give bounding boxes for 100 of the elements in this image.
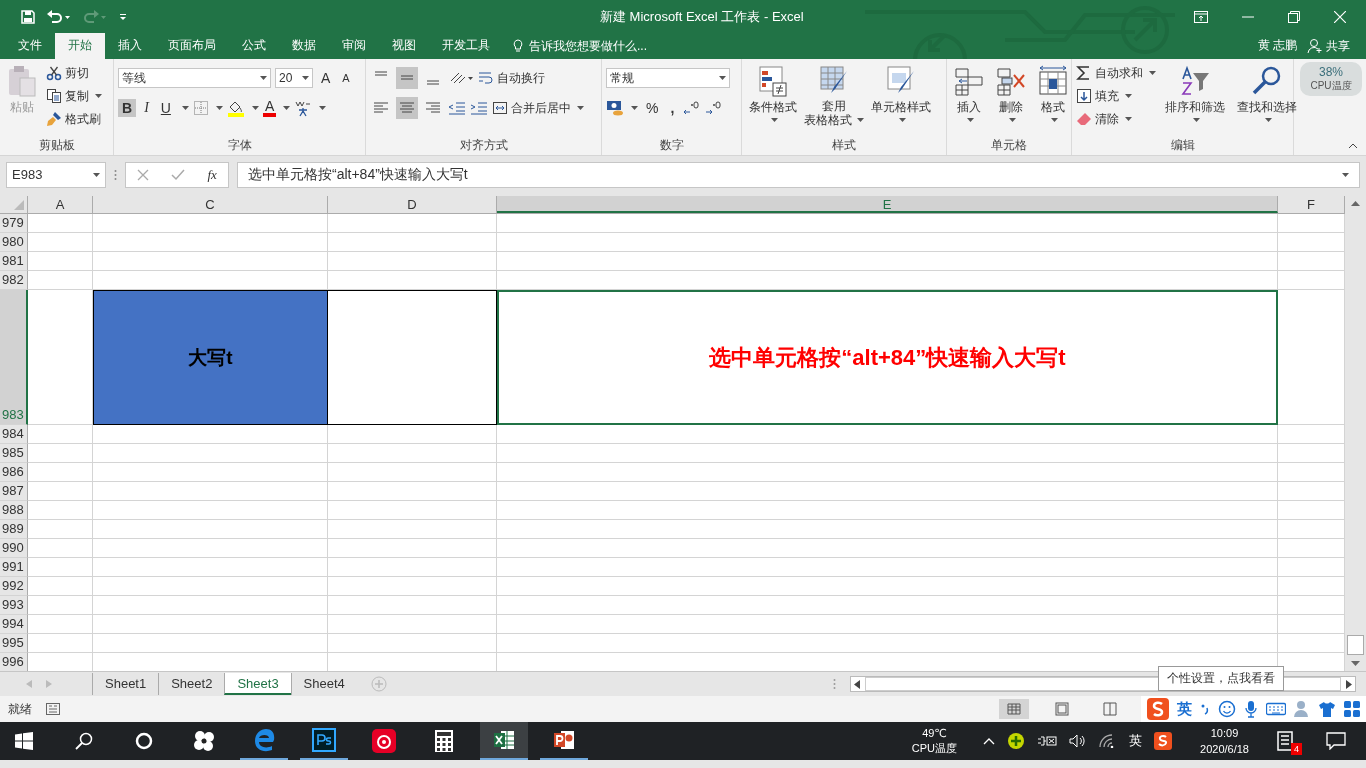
caret-icon[interactable] xyxy=(93,172,100,177)
caret-icon[interactable] xyxy=(1009,118,1016,122)
ribbon-display-icon[interactable] xyxy=(1194,10,1208,23)
font-name-field[interactable]: 等线 xyxy=(118,68,271,88)
selected-cell[interactable]: 选中单元格按“alt+84”快速输入大写t xyxy=(497,290,1278,425)
row-header[interactable]: 992 xyxy=(0,577,28,596)
find-select-button[interactable]: 查找和选择 xyxy=(1234,63,1300,124)
row-header[interactable]: 983 xyxy=(0,290,28,425)
action-center-icon[interactable] xyxy=(1326,732,1346,750)
check-icon[interactable] xyxy=(171,168,186,181)
ribbon-tab[interactable]: 公式 xyxy=(229,33,279,59)
row-header[interactable]: 990 xyxy=(0,539,28,558)
wrap-text-button[interactable]: 自动换行 xyxy=(478,68,545,88)
ribbon-tab[interactable]: 开发工具 xyxy=(429,33,503,59)
caret-icon[interactable] xyxy=(1342,172,1349,177)
vertical-scrollbar[interactable] xyxy=(1345,196,1366,671)
customize-caret-icon[interactable] xyxy=(118,11,128,22)
row-header[interactable]: 986 xyxy=(0,463,28,482)
clear-button[interactable]: 清除 xyxy=(1076,109,1156,129)
smiley-icon[interactable] xyxy=(1218,700,1236,718)
normal-view-icon[interactable] xyxy=(999,699,1029,719)
chevron-up-icon[interactable] xyxy=(983,737,996,745)
caret-icon[interactable] xyxy=(967,118,974,122)
person-icon[interactable] xyxy=(1294,700,1310,718)
caret-icon[interactable] xyxy=(857,118,864,122)
merge-center-button[interactable]: 合并后居中 xyxy=(492,98,584,118)
conditional-format-button[interactable]: 条件格式 xyxy=(746,63,800,124)
shirt-icon[interactable] xyxy=(1318,701,1336,717)
caret-icon[interactable] xyxy=(631,106,638,110)
caret-icon[interactable] xyxy=(719,76,726,80)
row-header[interactable]: 982 xyxy=(0,271,28,290)
ribbon-tab[interactable]: 数据 xyxy=(279,33,329,59)
caret-icon[interactable] xyxy=(181,106,189,110)
caret-icon[interactable] xyxy=(260,76,267,80)
close-icon[interactable] xyxy=(1334,10,1346,23)
sogou-logo-icon[interactable] xyxy=(1154,732,1173,750)
underline-button[interactable]: U xyxy=(156,99,175,117)
ribbon-tab[interactable]: 文件 xyxy=(5,33,55,59)
row-header[interactable]: 993 xyxy=(0,596,28,615)
percent-button[interactable]: % xyxy=(642,99,663,117)
tell-me-search[interactable]: 告诉我您想要做什么... xyxy=(503,33,657,59)
ribbon-tab[interactable]: 开始 xyxy=(55,33,105,59)
column-header[interactable]: E xyxy=(497,196,1278,213)
caret-icon[interactable] xyxy=(319,106,327,110)
copy-button[interactable]: 复制 xyxy=(46,86,102,106)
ime-mode[interactable]: 英 xyxy=(1177,699,1192,719)
row-header[interactable]: 991 xyxy=(0,558,28,577)
taskbar-app[interactable] xyxy=(480,722,528,760)
cut-button[interactable]: 剪切 xyxy=(46,63,102,83)
row-header[interactable]: 996 xyxy=(0,653,28,671)
horizontal-align-icon[interactable] xyxy=(396,97,418,119)
font-size-field[interactable]: 20 xyxy=(275,68,313,88)
macro-record-icon[interactable] xyxy=(46,703,60,715)
fill-color-icon[interactable] xyxy=(226,99,245,117)
cancel-icon[interactable] xyxy=(137,168,150,181)
user-name[interactable]: 黄 志鹏 xyxy=(1257,33,1307,59)
row-header[interactable]: 989 xyxy=(0,520,28,539)
previous-sheet-icon[interactable] xyxy=(26,680,32,688)
scroll-right-icon[interactable] xyxy=(1346,679,1352,689)
cell-styles-button[interactable]: 单元格样式 xyxy=(868,63,934,124)
caret-icon[interactable] xyxy=(771,118,778,122)
row-header[interactable]: 988 xyxy=(0,501,28,520)
caret-icon[interactable] xyxy=(302,76,309,80)
caret-icon[interactable] xyxy=(215,106,223,110)
column-header[interactable]: A xyxy=(28,196,93,213)
caret-icon[interactable] xyxy=(899,118,906,122)
caret-icon[interactable] xyxy=(251,106,259,110)
row-header[interactable]: 994 xyxy=(0,615,28,634)
comma-button[interactable]: , xyxy=(666,99,679,117)
insert-function-button[interactable]: fx xyxy=(207,166,217,183)
redo-icon[interactable] xyxy=(82,8,108,25)
caret-icon[interactable] xyxy=(577,106,584,110)
row-header[interactable]: 985 xyxy=(0,444,28,463)
insert-cells-button[interactable]: 插入 xyxy=(951,63,987,124)
caret-icon[interactable] xyxy=(1051,118,1058,122)
caret-icon[interactable] xyxy=(1125,94,1132,98)
table-cell[interactable]: 大写t xyxy=(93,290,328,425)
collapse-ribbon-icon[interactable] xyxy=(1348,143,1358,149)
vertical-align-icon[interactable] xyxy=(396,67,418,89)
scroll-left-icon[interactable] xyxy=(854,679,860,689)
sheet-tab[interactable]: Sheet1 xyxy=(92,673,159,695)
keyboard-icon[interactable] xyxy=(1266,702,1286,716)
punctuation-icon[interactable] xyxy=(1200,702,1210,716)
number-format-field[interactable]: 常规 xyxy=(606,68,730,88)
name-box[interactable]: E983 xyxy=(6,161,106,188)
row-header[interactable]: 980 xyxy=(0,233,28,252)
decrease-indent-icon[interactable] xyxy=(448,100,466,116)
caret-icon[interactable] xyxy=(283,106,291,110)
row-header[interactable]: 984 xyxy=(0,425,28,444)
row-header[interactable]: 979 xyxy=(0,214,28,233)
row-header[interactable]: 981 xyxy=(0,252,28,271)
sheet-tab[interactable]: Sheet4 xyxy=(290,673,357,695)
ime-toolbar[interactable]: 英 xyxy=(1141,696,1366,722)
caret-icon[interactable] xyxy=(1125,117,1132,121)
decrease-decimal-icon[interactable] xyxy=(704,100,723,116)
next-sheet-icon[interactable] xyxy=(46,680,52,688)
share-button[interactable]: 共享 xyxy=(1307,33,1366,59)
ribbon-tab[interactable]: 插入 xyxy=(105,33,155,59)
row-header[interactable]: 995 xyxy=(0,634,28,653)
format-painter-button[interactable]: 格式刷 xyxy=(46,109,102,129)
